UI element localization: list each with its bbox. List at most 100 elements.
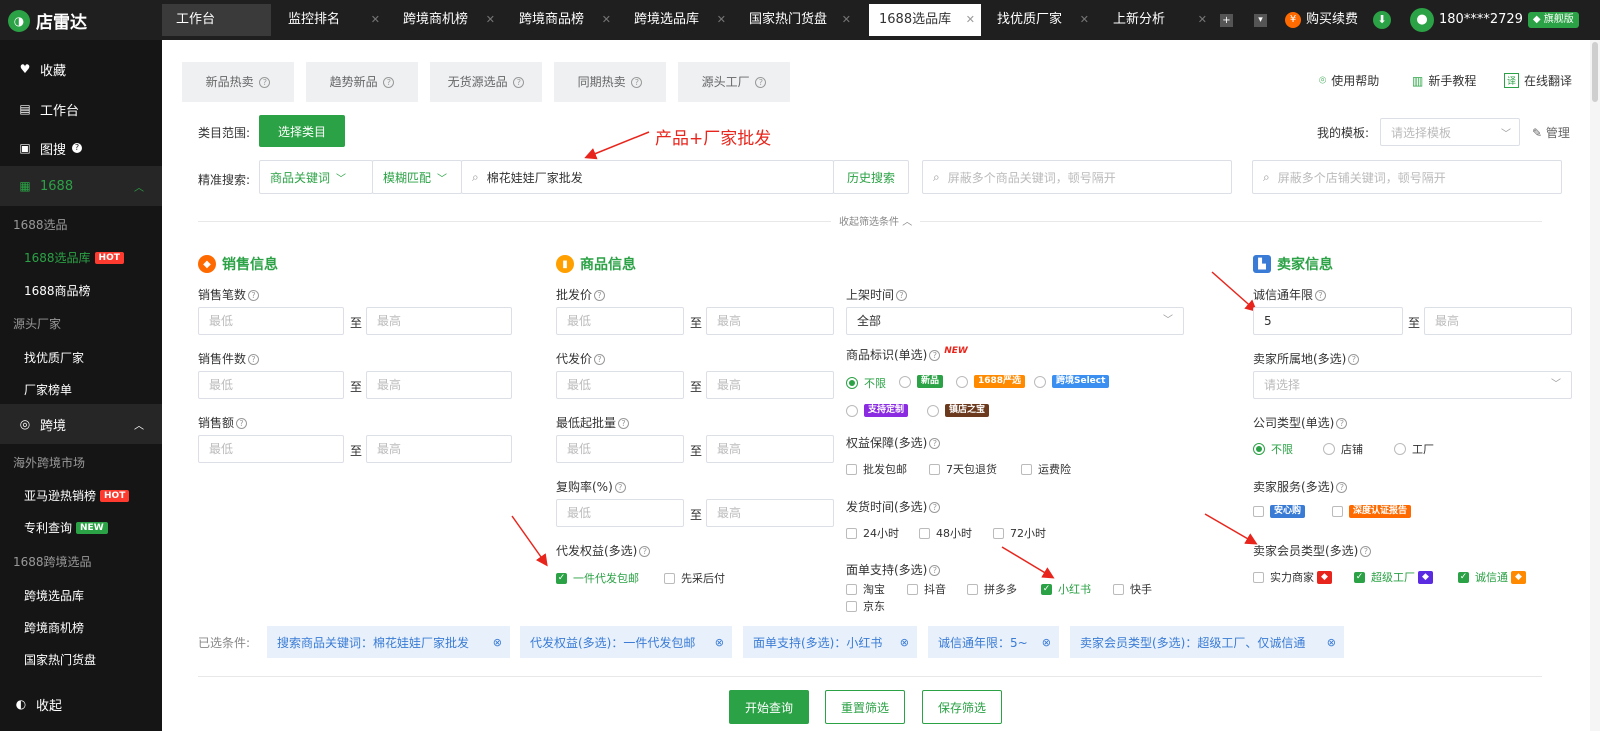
tab-cross-goods[interactable]: 跨境商品榜 ✕	[509, 4, 617, 36]
mark-option-any[interactable]: 不限	[846, 375, 886, 391]
sidebar-item-patent[interactable]: 专利查询 NEW	[0, 519, 162, 536]
rights-option-free-ship[interactable]: ✓ 一件代发包邮	[556, 570, 639, 586]
sidebar-item-1688-lib[interactable]: 1688选品库 HOT	[0, 249, 162, 266]
mark-option-select[interactable]: 跨境Select	[1034, 375, 1110, 388]
dropship-min[interactable]: 最低	[556, 371, 684, 399]
tab-1688-lib[interactable]: 1688选品库 ✕	[869, 4, 981, 36]
buy-renew-button[interactable]: ¥ 购买续费	[1285, 4, 1358, 36]
seller-years-min[interactable]: 5	[1253, 307, 1403, 335]
sheet-option-taobao[interactable]: 淘宝	[846, 581, 885, 597]
sidebar-item-1688-rank[interactable]: 1688商品榜	[0, 282, 162, 299]
close-icon[interactable]: ✕	[602, 4, 611, 36]
mark-option-strict[interactable]: 1688严选	[956, 375, 1026, 388]
tab-cross-opp[interactable]: 跨境商机榜 ✕	[393, 4, 501, 36]
company-option-shop[interactable]: 店铺	[1323, 441, 1363, 457]
member-option-cxt[interactable]: ✓ 诚信通 ◆	[1458, 569, 1526, 585]
start-query-button[interactable]: 开始查询	[729, 690, 809, 724]
protect-option-free-ship[interactable]: 批发包邮	[846, 461, 907, 477]
sidebar-item-cross-opp[interactable]: 跨境商机榜	[0, 619, 162, 636]
tab-new-analysis[interactable]: 上新分析 ✕	[1103, 4, 1213, 36]
template-select[interactable]: 请选择模板 ﹀	[1380, 118, 1520, 146]
selected-chip[interactable]: 诚信通年限：5~ ⊗	[928, 626, 1059, 658]
rights-option-pay-later[interactable]: 先采后付	[664, 570, 725, 586]
subtab-new-hot[interactable]: 新品热卖 ?	[182, 62, 294, 102]
sidebar-item-favorites[interactable]: ♥ 收藏	[0, 49, 162, 89]
page-scrollbar[interactable]	[1590, 40, 1600, 731]
select-category-button[interactable]: 选择类目	[259, 115, 345, 147]
brand-logo[interactable]: ◑ 店雷达	[8, 8, 87, 33]
match-type-select[interactable]: 模糊匹配 ﹀	[372, 160, 462, 194]
wholesale-min[interactable]: 最低	[556, 307, 684, 335]
sheet-option-jd[interactable]: 京东	[846, 598, 885, 614]
tab-add-icon[interactable]: +	[1220, 4, 1233, 36]
service-option-report[interactable]: 深度认证报告	[1332, 505, 1412, 518]
selected-chip[interactable]: 搜索商品关键词：棉花娃娃厂家批发 ⊗	[267, 626, 510, 658]
mark-option-treasure[interactable]: 镇店之宝	[927, 404, 990, 417]
protect-option-return[interactable]: 7天包退货	[929, 461, 997, 477]
sidebar-item-image-search[interactable]: ▣ 图搜?	[0, 128, 162, 168]
seller-location-select[interactable]: 请选择 ﹀	[1253, 371, 1572, 399]
close-circle-icon[interactable]: ⊗	[715, 636, 724, 649]
sales-count-max[interactable]: 最高	[366, 307, 512, 335]
sales-pieces-max[interactable]: 最高	[366, 371, 512, 399]
download-icon[interactable]: ⬇	[1373, 4, 1391, 36]
sales-pieces-min[interactable]: 最低	[198, 371, 344, 399]
close-circle-icon[interactable]: ⊗	[900, 636, 909, 649]
help-usage-link[interactable]: ⌾ 使用帮助	[1319, 72, 1379, 89]
close-icon[interactable]: ✕	[1198, 4, 1207, 36]
sheet-option-pdd[interactable]: 拼多多	[967, 581, 1017, 597]
sidebar-item-amazon[interactable]: 亚马逊热销榜 HOT	[0, 487, 162, 504]
sidebar-item-factory[interactable]: 找优质厂家	[0, 349, 162, 366]
company-option-factory[interactable]: 工厂	[1394, 441, 1434, 457]
tab-list-icon[interactable]: ▾	[1254, 4, 1267, 36]
sales-amount-min[interactable]: 最低	[198, 435, 344, 463]
sheet-option-kuaishou[interactable]: 快手	[1113, 581, 1152, 597]
service-option-anxin[interactable]: 安心购	[1253, 505, 1306, 518]
mark-option-new[interactable]: 新品	[899, 375, 944, 388]
keyword-search-input[interactable]: ⌕ 棉花娃娃厂家批发	[461, 160, 834, 194]
subtab-factory[interactable]: 源头工厂 ?	[678, 62, 790, 102]
reset-filter-button[interactable]: 重置筛选	[825, 690, 905, 724]
close-circle-icon[interactable]: ⊗	[493, 636, 502, 649]
save-filter-button[interactable]: 保存筛选	[922, 690, 1002, 724]
manage-link[interactable]: ✎ 管理	[1532, 124, 1570, 141]
close-icon[interactable]: ✕	[1080, 4, 1089, 36]
seller-years-max[interactable]: 最高	[1424, 307, 1572, 335]
sidebar-group-cross[interactable]: ◎ 跨境 ︿	[0, 404, 162, 444]
sheet-option-xhs[interactable]: ✓ 小红书	[1041, 581, 1091, 597]
ship-option-72h[interactable]: 72小时	[993, 525, 1046, 541]
subtab-no-stock[interactable]: 无货源选品 ?	[430, 62, 542, 102]
sales-count-min[interactable]: 最低	[198, 307, 344, 335]
close-circle-icon[interactable]: ⊗	[1042, 636, 1051, 649]
user-menu[interactable]: ● 180****2729 ◆ 旗舰版	[1410, 4, 1579, 36]
sidebar-collapse[interactable]: ◐ 收起	[0, 684, 162, 724]
subtab-trend[interactable]: 趋势新品 ?	[306, 62, 418, 102]
mark-option-custom[interactable]: 支持定制	[846, 404, 909, 417]
member-option-super-factory[interactable]: ✓ 超级工厂 ◆	[1354, 569, 1433, 585]
tab-cross-lib[interactable]: 跨境选品库 ✕	[624, 4, 732, 36]
close-icon[interactable]: ✕	[371, 4, 380, 36]
close-icon[interactable]: ✕	[717, 4, 726, 36]
ship-option-24h[interactable]: 24小时	[846, 525, 899, 541]
keyword-type-select[interactable]: 商品关键词 ﹀	[259, 160, 373, 194]
tab-monitor[interactable]: 监控排名 ✕	[278, 4, 386, 36]
tab-country-hot[interactable]: 国家热门货盘 ✕	[739, 4, 857, 36]
selected-chip[interactable]: 卖家会员类型(多选)：超级工厂、仅诚信通 ⊗	[1070, 626, 1344, 658]
repurchase-min[interactable]: 最低	[556, 499, 684, 527]
block-shop-input[interactable]: ⌕ 屏蔽多个店铺关键词，顿号隔开	[1252, 160, 1562, 194]
member-option-power[interactable]: 实力商家 ◆	[1253, 569, 1332, 585]
moq-max[interactable]: 最高	[706, 435, 834, 463]
close-icon[interactable]: ✕	[842, 4, 851, 36]
sidebar-item-country[interactable]: 国家热门货盘	[0, 651, 162, 668]
dropship-max[interactable]: 最高	[706, 371, 834, 399]
protect-option-insurance[interactable]: 运费险	[1021, 461, 1071, 477]
moq-min[interactable]: 最低	[556, 435, 684, 463]
sidebar-group-1688[interactable]: ▦ 1688 ︿	[0, 166, 162, 206]
wholesale-max[interactable]: 最高	[706, 307, 834, 335]
sidebar-item-factory-rank[interactable]: 厂家榜单	[0, 381, 162, 398]
selected-chip[interactable]: 代发权益(多选)：一件代发包邮 ⊗	[520, 626, 732, 658]
block-goods-input[interactable]: ⌕ 屏蔽多个商品关键词，顿号隔开	[922, 160, 1232, 194]
sidebar-item-cross-lib[interactable]: 跨境选品库	[0, 587, 162, 604]
close-icon[interactable]: ✕	[966, 4, 975, 36]
selected-chip[interactable]: 面单支持(多选)：小红书 ⊗	[743, 626, 917, 658]
